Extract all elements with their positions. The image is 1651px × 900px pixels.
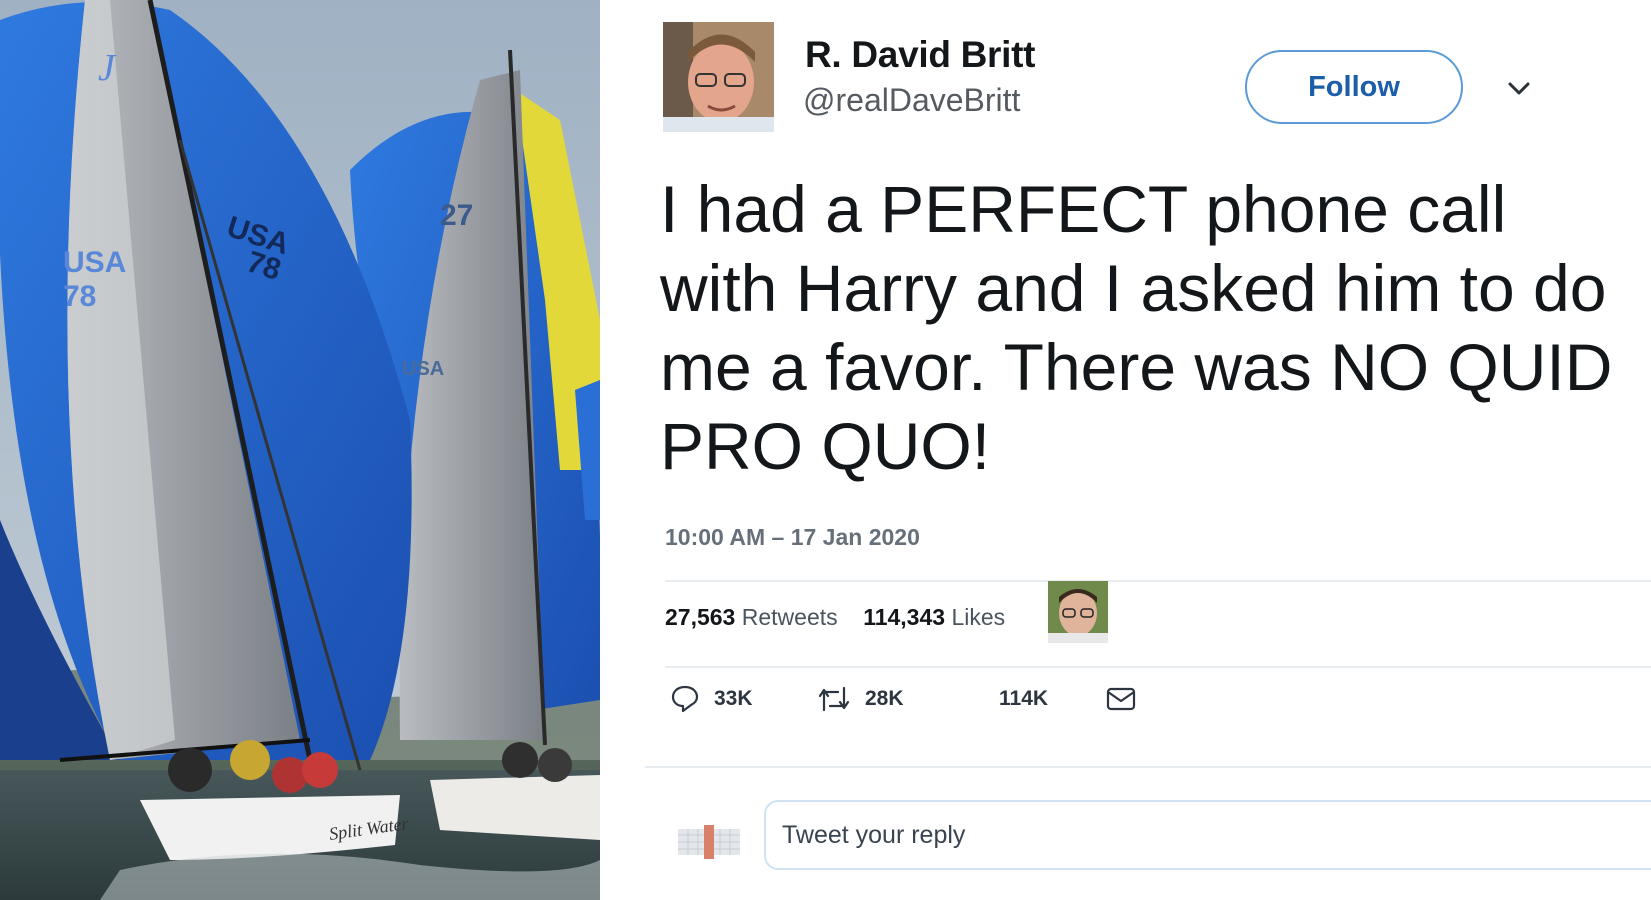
- retweet-icon: [818, 686, 850, 712]
- direct-message-action[interactable]: [1105, 684, 1137, 714]
- like-count: 114K: [999, 687, 1049, 710]
- tweet-actions: 33K 28K 114K: [600, 684, 1651, 724]
- divider-bottom: [645, 766, 1651, 768]
- chevron-down-icon[interactable]: [1505, 78, 1533, 100]
- liker-avatar-image: [1048, 581, 1108, 643]
- author-avatar-image: [663, 22, 774, 132]
- author-display-name[interactable]: R. David Britt: [805, 34, 1035, 76]
- mail-icon: [1106, 687, 1136, 711]
- author-handle[interactable]: @realDaveBritt: [803, 82, 1020, 119]
- divider-mid: [665, 666, 1651, 668]
- reply-input[interactable]: Tweet your reply: [764, 800, 1651, 870]
- divider-top: [665, 580, 1651, 582]
- sail-text-3: USA: [63, 246, 126, 279]
- tweet-timestamp[interactable]: 10:00 AM – 17 Jan 2020: [665, 524, 920, 551]
- follow-button[interactable]: Follow: [1245, 50, 1463, 124]
- sailboat-photo: USA 78 USA 78 27 USA J Split Water: [0, 0, 600, 900]
- retweet-action[interactable]: 28K: [817, 684, 904, 714]
- reply-icon: [671, 685, 699, 713]
- mast-logo: J: [98, 47, 117, 89]
- sail-text-6: USA: [402, 358, 444, 380]
- sail-text-5: 27: [440, 199, 473, 232]
- tweet-text: I had a PERFECT phone call with Harry an…: [660, 172, 1613, 483]
- likes-label[interactable]: Likes: [951, 604, 1005, 630]
- current-user-avatar: [678, 823, 740, 861]
- tweet-stats: 27,563 Retweets 114,343 Likes: [665, 604, 1005, 631]
- likes-count[interactable]: 114,343: [863, 604, 945, 630]
- heart-icon: [956, 687, 984, 712]
- sail-text-4: 78: [63, 280, 96, 313]
- author-avatar[interactable]: [663, 22, 774, 132]
- reply-count: 33K: [714, 687, 753, 710]
- tweet-card: R. David Britt @realDaveBritt Follow I h…: [600, 0, 1651, 900]
- retweet-count: 28K: [865, 687, 904, 710]
- sailboat-illustration: USA 78 USA 78 27 USA J Split Water: [0, 0, 600, 900]
- retweets-count[interactable]: 27,563: [665, 604, 735, 630]
- retweets-label[interactable]: Retweets: [742, 604, 838, 630]
- liker-avatar[interactable]: [1048, 581, 1108, 643]
- reply-bar: Tweet your reply: [600, 780, 1651, 900]
- reply-action[interactable]: 33K: [670, 684, 753, 714]
- like-action[interactable]: 114K: [955, 684, 1048, 714]
